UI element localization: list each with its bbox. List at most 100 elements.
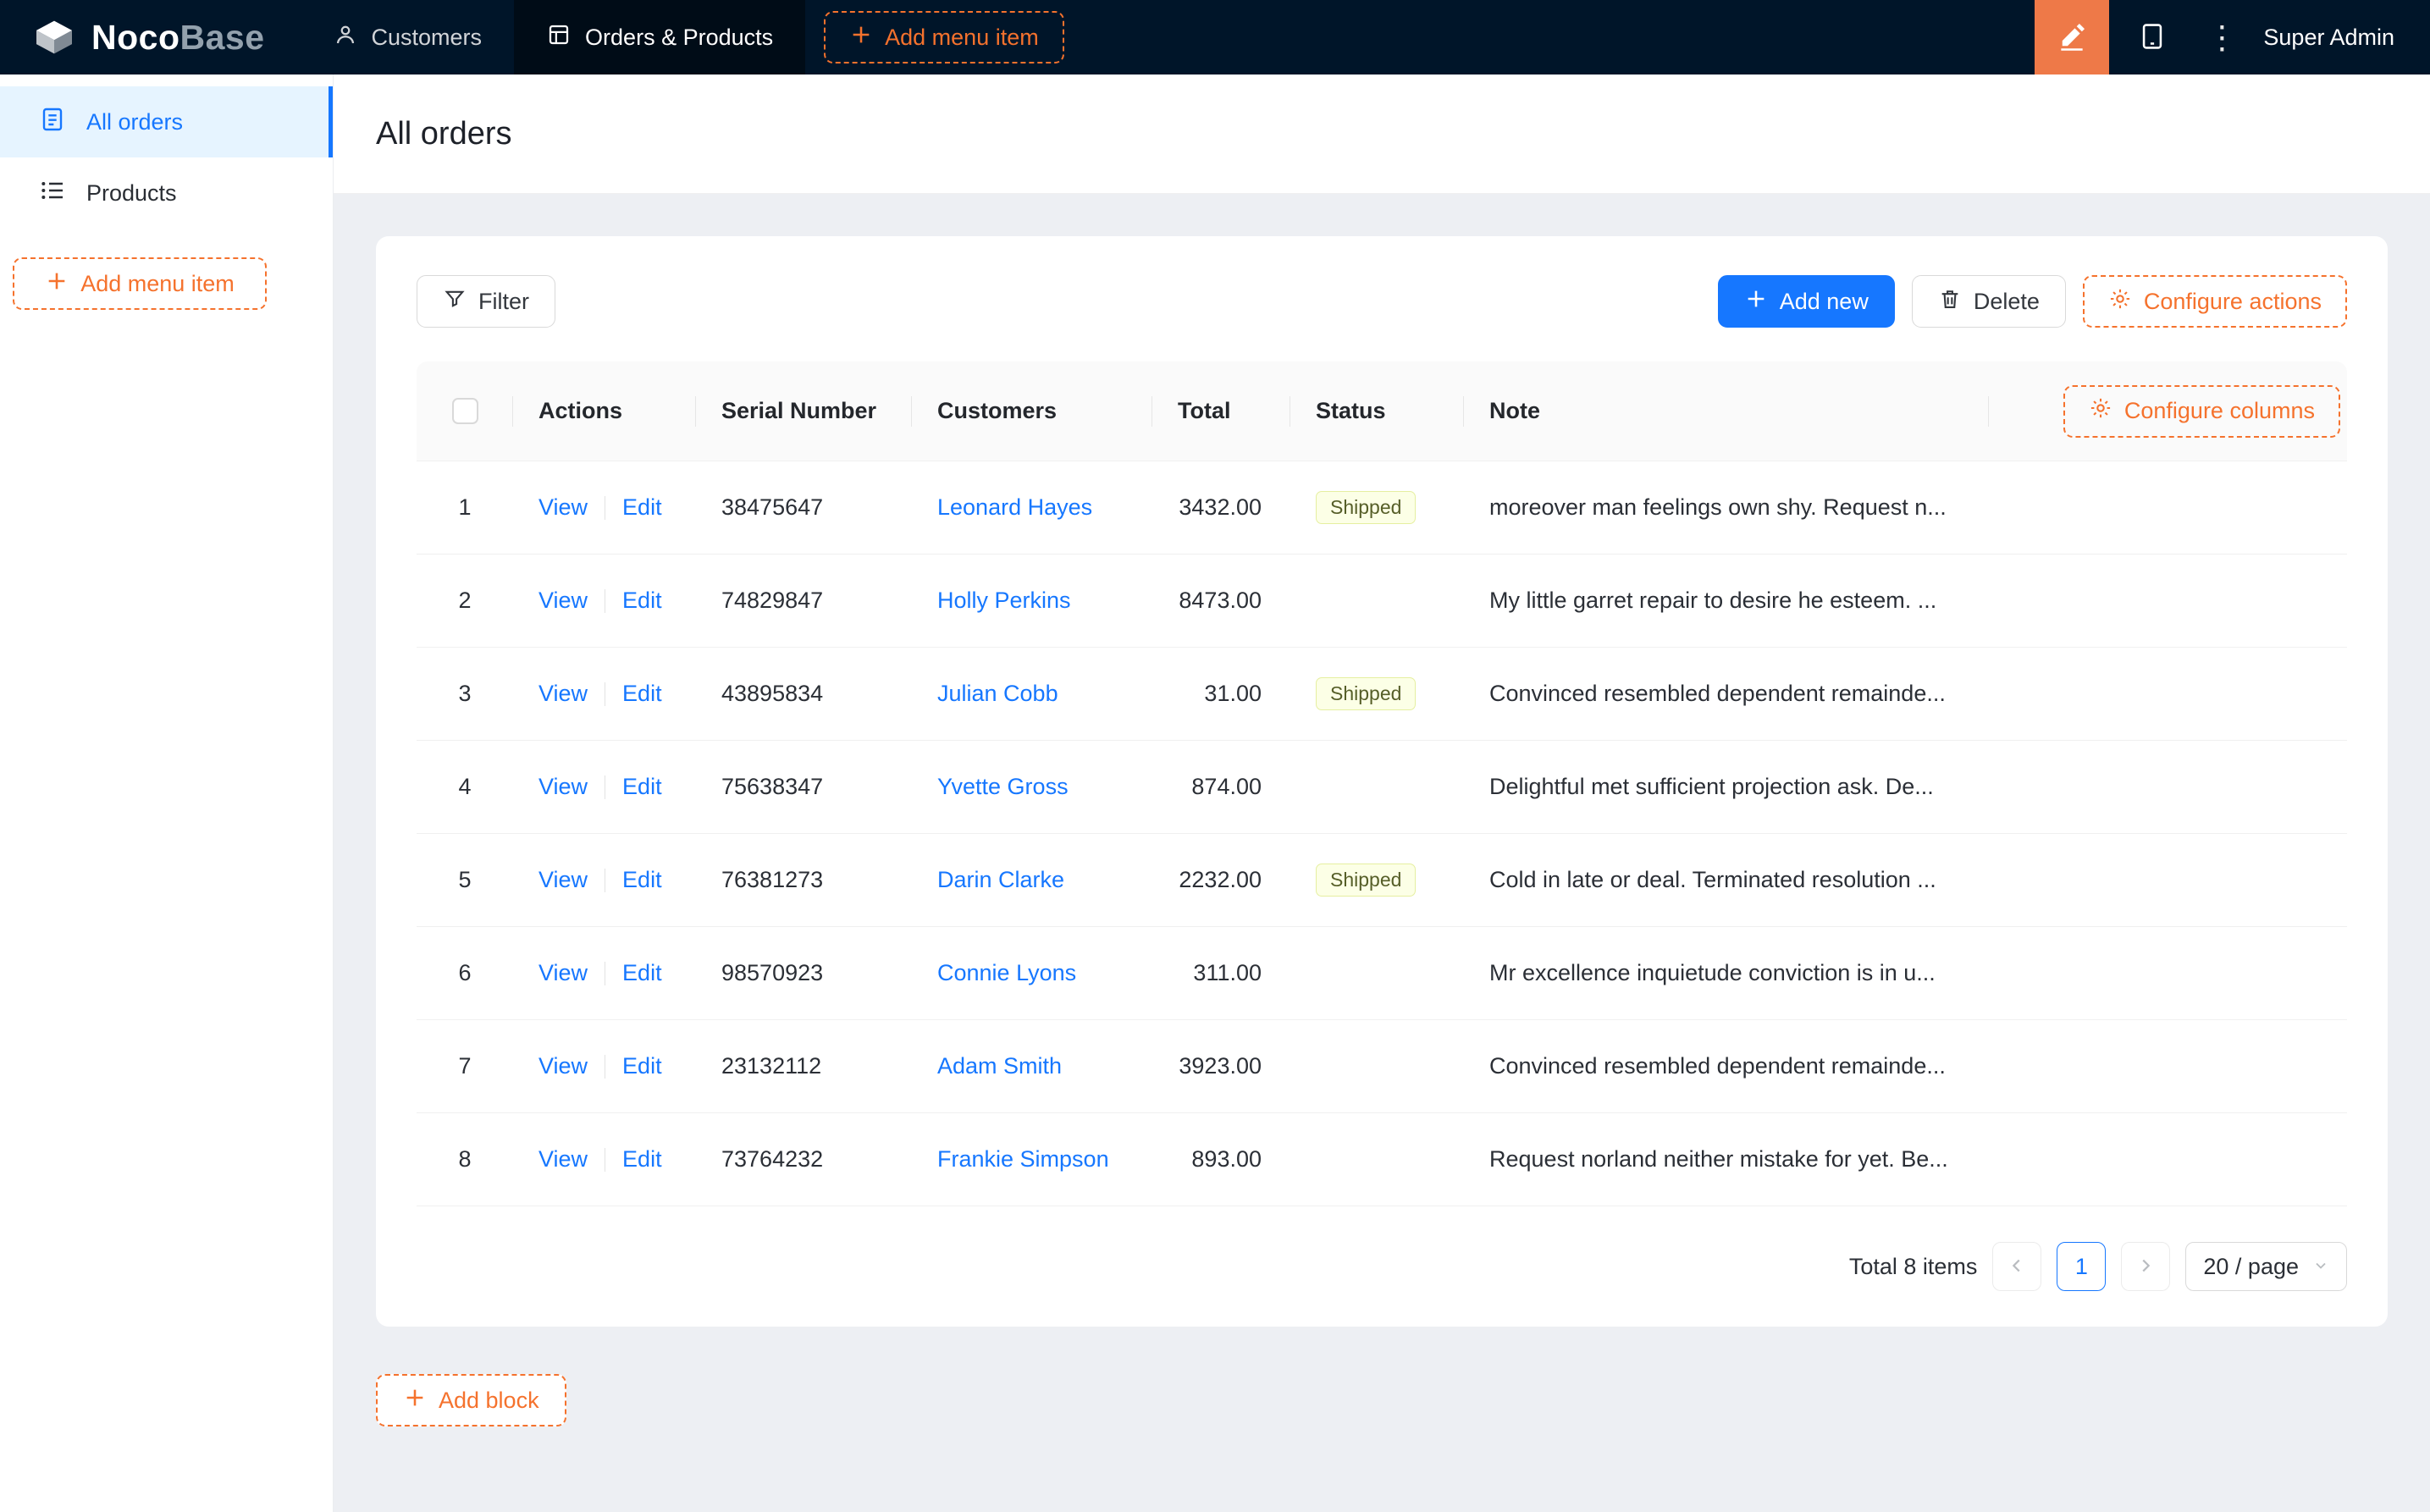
view-link[interactable]: View [538, 1146, 588, 1173]
customer-link[interactable]: Leonard Hayes [937, 494, 1092, 520]
add-menu-item-label: Add menu item [885, 24, 1039, 50]
view-link[interactable]: View [538, 867, 588, 893]
sidebar-item-products[interactable]: Products [0, 157, 333, 229]
note-cell: My little garret repair to desire he est… [1489, 588, 1937, 613]
row-actions: View Edit [513, 960, 696, 986]
configure-columns-button[interactable]: Configure columns [2063, 384, 2340, 438]
edit-link[interactable]: Edit [622, 1053, 662, 1079]
total-cell: 3432.00 [1179, 494, 1262, 520]
serial-number-cell: 23132112 [721, 1053, 822, 1079]
customer-cell: Darin Clarke [912, 867, 1152, 893]
view-link[interactable]: View [538, 494, 588, 521]
row-actions: View Edit [513, 1053, 696, 1079]
view-link[interactable]: View [538, 960, 588, 986]
table-row: 4 View Edit 75638347 Yvette Gross 874.00… [417, 741, 2347, 834]
column-header-status: Status [1290, 398, 1464, 424]
table-body: 1 View Edit 38475647 Leonard Hayes 3432.… [417, 461, 2347, 1206]
configure-actions-button[interactable]: Configure actions [2082, 275, 2347, 328]
view-link[interactable]: View [538, 1053, 588, 1079]
table-row: 6 View Edit 98570923 Connie Lyons 311.00… [417, 927, 2347, 1020]
customer-link[interactable]: Frankie Simpson [937, 1146, 1109, 1172]
mobile-layout-button[interactable] [2109, 0, 2195, 74]
plus-icon [45, 269, 69, 299]
serial-number-cell: 74829847 [721, 588, 824, 613]
note-cell: Mr excellence inquietude conviction is i… [1489, 960, 1936, 985]
total-cell: 893.00 [1191, 1146, 1262, 1172]
serial-number-cell: 43895834 [721, 681, 824, 706]
customer-cell: Holly Perkins [912, 588, 1152, 614]
delete-label: Delete [1973, 288, 2040, 314]
view-link[interactable]: View [538, 774, 588, 800]
delete-button[interactable]: Delete [1911, 275, 2066, 328]
column-header-customers: Customers [912, 398, 1152, 424]
plus-icon [403, 1386, 427, 1415]
serial-number-cell: 73764232 [721, 1146, 824, 1172]
nocobase-logo[interactable]: NocoBase [0, 0, 301, 74]
chevron-down-icon [2312, 1254, 2329, 1280]
customer-link[interactable]: Adam Smith [937, 1053, 1062, 1079]
page-size-value: 20 / page [2203, 1253, 2299, 1279]
row-actions: View Edit [513, 681, 696, 707]
add-menu-item-button-nav[interactable]: Add menu item [824, 11, 1064, 63]
edit-link[interactable]: Edit [622, 960, 662, 986]
nav-item-orders-products[interactable]: Orders & Products [514, 0, 806, 74]
note-cell: Delightful met sufficient projection ask… [1489, 774, 1934, 799]
view-link[interactable]: View [538, 588, 588, 614]
navbar-right: ⋮ Super Admin [2035, 0, 2430, 74]
page-size-select[interactable]: 20 / page [2185, 1242, 2347, 1291]
customer-link[interactable]: Julian Cobb [937, 681, 1058, 706]
row-index: 6 [458, 960, 472, 985]
add-new-label: Add new [1779, 288, 1869, 314]
note-cell: Convinced resembled dependent remainde..… [1489, 681, 1946, 706]
nav-item-customers[interactable]: Customers [301, 0, 515, 74]
edit-link[interactable]: Edit [622, 494, 662, 521]
sidebar-item-label: All orders [86, 108, 184, 135]
serial-number-cell: 38475647 [721, 494, 824, 520]
sidebar-item-all-orders[interactable]: All orders [0, 86, 333, 157]
add-block-label: Add block [439, 1387, 539, 1413]
column-header-serial-number: Serial Number [696, 398, 912, 424]
ui-editor-button[interactable] [2035, 0, 2110, 74]
customer-cell: Yvette Gross [912, 774, 1152, 800]
edit-link[interactable]: Edit [622, 867, 662, 893]
note-cell: Convinced resembled dependent remainde..… [1489, 1053, 1946, 1079]
filter-button[interactable]: Filter [417, 275, 555, 328]
sidebar: All orders Products Add menu item [0, 74, 334, 1512]
table-row: 3 View Edit 43895834 Julian Cobb 31.00 S… [417, 648, 2347, 741]
customer-link[interactable]: Darin Clarke [937, 867, 1064, 892]
customer-cell: Leonard Hayes [912, 494, 1152, 521]
orders-form-icon [39, 106, 66, 139]
row-actions: View Edit [513, 867, 696, 893]
pagination-next-button[interactable] [2121, 1242, 2171, 1291]
gear-icon [2089, 396, 2112, 426]
toolbar-right: Add new Delete Configure actions [1717, 275, 2347, 328]
main-content: All orders Filter Add new Delete Configu… [334, 74, 2430, 1512]
edit-link[interactable]: Edit [622, 681, 662, 707]
row-actions: View Edit [513, 774, 696, 800]
table-row: 2 View Edit 74829847 Holly Perkins 8473.… [417, 555, 2347, 648]
view-link[interactable]: View [538, 681, 588, 707]
navbar-menu: Customers Orders & Products Add menu ite… [301, 0, 1064, 74]
add-menu-item-button-sidebar[interactable]: Add menu item [13, 257, 267, 310]
user-menu[interactable]: Super Admin [2248, 25, 2430, 51]
pagination-page-1[interactable]: 1 [2057, 1242, 2107, 1291]
status-badge: Shipped [1316, 864, 1417, 897]
edit-link[interactable]: Edit [622, 588, 662, 614]
customer-cell: Connie Lyons [912, 960, 1152, 986]
edit-link[interactable]: Edit [622, 774, 662, 800]
total-cell: 8473.00 [1179, 588, 1262, 613]
status-cell: Shipped [1290, 491, 1464, 524]
add-new-button[interactable]: Add new [1717, 275, 1895, 328]
total-cell: 311.00 [1193, 960, 1262, 985]
note-cell: Cold in late or deal. Terminated resolut… [1489, 867, 1936, 892]
add-block-button[interactable]: Add block [376, 1374, 566, 1426]
more-menu-button[interactable]: ⋮ [2195, 0, 2248, 74]
edit-link[interactable]: Edit [622, 1146, 662, 1173]
pagination-prev-button[interactable] [1992, 1242, 2042, 1291]
customer-cell: Frankie Simpson [912, 1146, 1152, 1173]
customer-link[interactable]: Connie Lyons [937, 960, 1076, 985]
select-all-checkbox[interactable] [451, 398, 478, 424]
nav-item-label: Orders & Products [585, 24, 774, 50]
customer-link[interactable]: Yvette Gross [937, 774, 1069, 799]
customer-link[interactable]: Holly Perkins [937, 588, 1071, 613]
